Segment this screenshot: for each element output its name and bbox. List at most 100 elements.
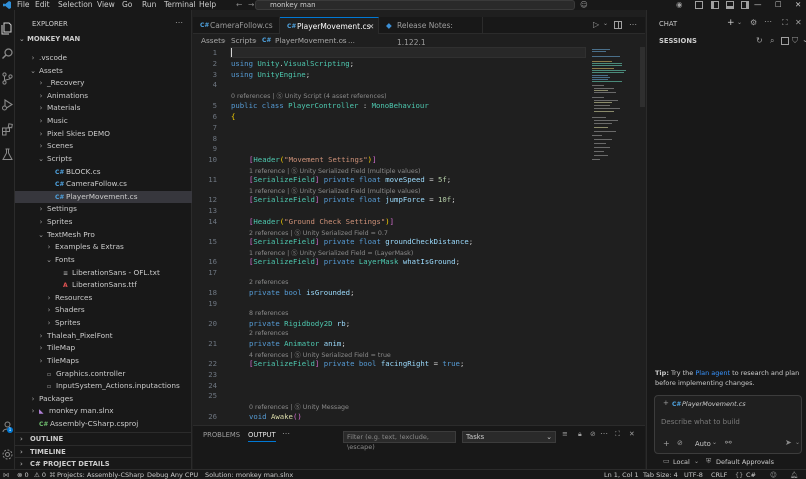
chat-settings-gear-icon[interactable]: ⚙ — [750, 18, 757, 27]
chevron-down-icon[interactable]: ⌄ — [737, 19, 742, 26]
errors-indicator[interactable]: ⊗ 0 — [17, 470, 29, 479]
source-control-icon[interactable] — [1, 72, 14, 85]
file-tree-item[interactable]: › TileMap — [15, 342, 192, 355]
maximize-icon[interactable]: ☐ — [775, 0, 782, 10]
breadcrumb-symbol[interactable]: ... — [348, 34, 355, 47]
codelens-movespeed[interactable]: 1 reference | Ⓢ Unity Serialized Field (… — [249, 166, 420, 175]
chat-input-box[interactable]: + C# PlayerMovement.cs Describe what to … — [654, 395, 802, 454]
codelens-whatisground[interactable]: 1 reference | Ⓢ Unity Serialized Field =… — [249, 248, 413, 257]
build-config[interactable]: Debug Any CPU — [147, 470, 198, 479]
tab-problems[interactable]: PROBLEMS — [203, 431, 240, 439]
warnings-indicator[interactable]: ⚠ 0 — [34, 470, 46, 479]
breadcrumb-assets[interactable]: Assets — [201, 34, 225, 47]
chat-more-icon[interactable]: ⋯ — [764, 17, 772, 26]
toggle-primary-sidebar-icon[interactable] — [711, 1, 719, 9]
minimize-icon[interactable]: — — [754, 0, 762, 10]
layout-sidebar-icon[interactable] — [695, 1, 703, 9]
file-tree-item[interactable]: C# Assembly-CSharp.csproj — [15, 418, 192, 431]
tab-camerafollow[interactable]: C# CameraFollow.cs — [193, 17, 280, 34]
forward-arrow-icon[interactable]: → — [248, 0, 254, 10]
filter-icon[interactable]: ⛉ — [792, 36, 798, 46]
tools-icon[interactable]: ⊘ — [677, 439, 683, 447]
file-tree-item[interactable]: ▫ Graphics.controller — [15, 368, 192, 381]
explorer-icon[interactable] — [1, 22, 14, 35]
maximize-chat-icon[interactable]: ⛶ — [782, 18, 788, 28]
menu-view[interactable]: View — [97, 0, 115, 10]
file-tree-item[interactable]: ⌄ Scripts — [15, 153, 192, 166]
context-file-chip[interactable]: PlayerMovement.cs — [682, 400, 746, 408]
clear-output-icon[interactable]: ⊘ — [590, 430, 596, 438]
more-actions-icon[interactable]: ⋯ — [175, 18, 183, 27]
codelens-groundcheckdistance[interactable]: 2 references | Ⓢ Unity Serialized Field … — [249, 228, 388, 237]
csharp-project-details-section[interactable]: › C# PROJECT DETAILS — [15, 457, 192, 470]
add-icon[interactable]: + — [663, 439, 670, 448]
tab-size[interactable]: Tab Size: 4 — [643, 470, 678, 479]
file-tree-item[interactable]: ≡ LiberationSans - OFL.txt — [15, 267, 192, 280]
notifications-bell-icon[interactable]: 🔔︎ — [790, 470, 798, 479]
remote-icon[interactable]: ⋈ — [3, 470, 10, 479]
codelens-awake[interactable]: 0 references | Ⓢ Unity Message — [249, 402, 349, 411]
chevron-down-icon[interactable]: ⌄ — [712, 439, 717, 446]
encoding[interactable]: UTF-8 — [684, 470, 703, 479]
file-tree-item[interactable]: ⌄ Fonts — [15, 254, 192, 267]
refresh-icon[interactable]: ↻ — [756, 36, 763, 45]
outline-section[interactable]: › OUTLINE — [15, 432, 192, 445]
mode-picker[interactable]: Auto — [695, 440, 711, 448]
panel-more-actions-icon[interactable]: ⋯ — [600, 429, 608, 438]
copilot-status-icon[interactable]: ☺ — [770, 470, 777, 479]
codelens-class[interactable]: 0 references | Ⓢ Unity Script (4 asset r… — [231, 91, 387, 100]
minimap[interactable] — [588, 47, 640, 167]
workspace-root[interactable]: ⌄ MONKEY MAN — [19, 35, 80, 43]
menu-terminal[interactable]: Terminal — [164, 0, 196, 10]
file-tree-item[interactable]: ⌄ Assets — [15, 65, 192, 78]
output-filter-input[interactable]: Filter (e.g. text, !exclude, \escape) — [343, 431, 456, 451]
close-panel-icon[interactable]: ✕ — [629, 430, 635, 438]
file-tree-item[interactable]: A LiberationSans.ttf — [15, 279, 192, 292]
tab-output[interactable]: OUTPUT — [248, 431, 276, 442]
codelens-anim[interactable]: 2 references — [249, 330, 288, 337]
file-tree-item[interactable]: › Packages — [15, 393, 192, 406]
file-tree-item[interactable]: › TileMaps — [15, 355, 192, 368]
file-tree-item[interactable]: › Animations — [15, 90, 192, 103]
sessions-header[interactable]: SESSIONS — [659, 37, 697, 45]
file-tree-item[interactable]: C# BLOCK.cs — [15, 166, 192, 179]
chat-input-placeholder[interactable]: Describe what to build — [661, 418, 740, 426]
file-tree-item[interactable]: › .vscode — [15, 52, 192, 65]
search-sessions-icon[interactable]: ⌕ — [770, 36, 774, 46]
menu-go[interactable]: Go — [122, 0, 132, 10]
new-chat-icon[interactable]: + — [727, 18, 735, 28]
split-editor-icon[interactable] — [614, 21, 622, 29]
sessions-layout-icon[interactable] — [781, 37, 789, 45]
close-window-icon[interactable]: ✕ — [795, 0, 801, 10]
file-tree-item[interactable]: › Examples & Extras — [15, 241, 192, 254]
file-tree-item[interactable]: › Music — [15, 115, 192, 128]
file-tree-item[interactable]: › Shaders — [15, 304, 192, 317]
chevron-down-icon[interactable]: ⌄ — [802, 35, 806, 44]
close-tab-icon[interactable]: ✕ — [368, 18, 374, 35]
codelens-rb[interactable]: 8 references — [249, 310, 288, 317]
file-tree-item[interactable]: C# PlayerMovement.cs — [15, 190, 192, 204]
run-dropdown-icon[interactable]: ⌄ — [603, 20, 608, 27]
file-tree-item[interactable]: › Settings — [15, 203, 192, 216]
menu-run[interactable]: Run — [142, 0, 156, 10]
output-channel-select[interactable]: Tasks ⌄ — [462, 431, 556, 443]
menu-selection[interactable]: Selection — [58, 0, 93, 10]
manage-gear-icon[interactable] — [1, 448, 14, 461]
tab-release-notes[interactable]: ◆ Release Notes: 1.122.1 — [379, 17, 483, 47]
file-tree-item[interactable]: › Thaleah_PixelFont — [15, 330, 192, 343]
back-arrow-icon[interactable]: ← — [236, 0, 242, 10]
chevron-down-icon[interactable]: ⌄ — [795, 439, 800, 446]
menu-help[interactable]: Help — [199, 0, 216, 10]
codelens-jumpforce[interactable]: 1 reference | Ⓢ Unity Serialized Field (… — [249, 186, 420, 195]
file-tree-item[interactable]: ⌄ TextMesh Pro — [15, 229, 192, 242]
breadcrumb-file[interactable]: PlayerMovement.cs — [275, 34, 347, 47]
file-tree-item[interactable]: › Sprites — [15, 317, 192, 330]
file-tree-item[interactable]: › Resources — [15, 292, 192, 305]
plan-agent-link[interactable]: Plan agent — [695, 369, 730, 377]
account-icon[interactable]: ◉ — [676, 0, 683, 10]
menu-file[interactable]: File — [17, 0, 30, 10]
extensions-icon[interactable] — [1, 123, 14, 136]
file-tree-item[interactable]: › Scenes — [15, 140, 192, 153]
copilot-icon[interactable]: ☺ — [580, 0, 588, 10]
language-mode[interactable]: C# — [746, 470, 756, 479]
